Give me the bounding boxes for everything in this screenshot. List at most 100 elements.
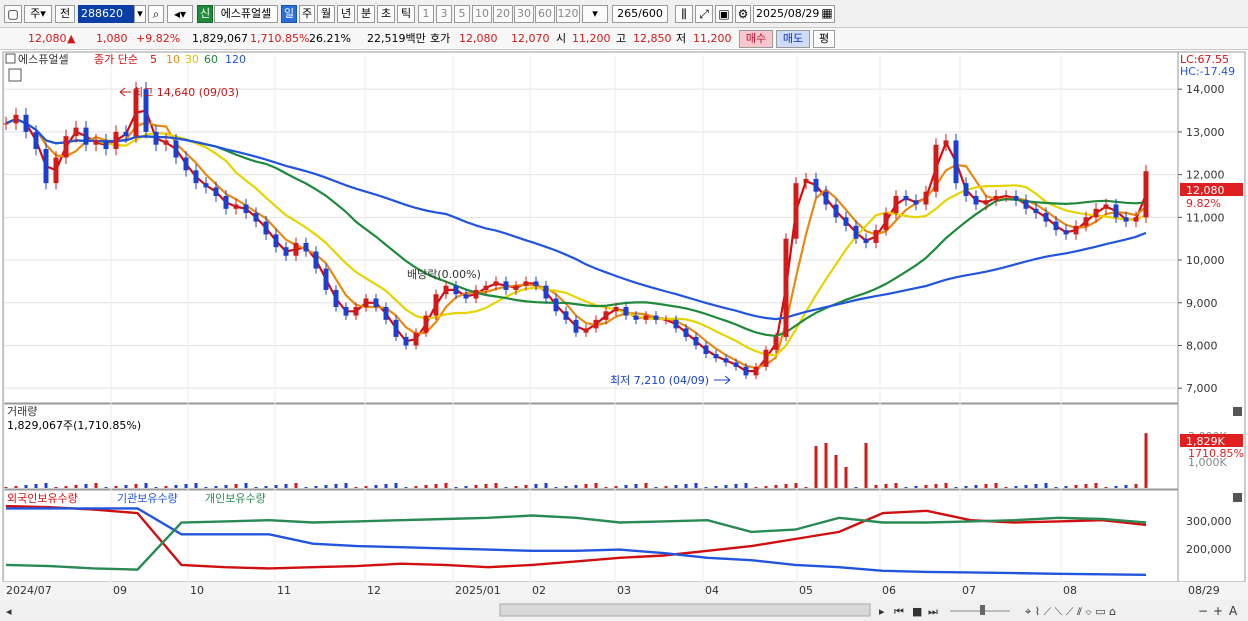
volume-bar: [264, 486, 268, 488]
search-icon[interactable]: ⌕: [148, 5, 164, 23]
sell-button[interactable]: 매도: [776, 30, 810, 48]
zoom-in-icon[interactable]: +: [1213, 604, 1223, 618]
period-select[interactable]: 주▾: [24, 5, 52, 23]
volume-bar: [854, 487, 858, 488]
candle-body: [1063, 230, 1069, 235]
interval-5[interactable]: 5: [454, 5, 470, 23]
candle-body: [653, 315, 659, 320]
candle-body: [153, 131, 159, 145]
volume-bar: [494, 483, 498, 488]
candle-body: [873, 230, 879, 243]
candle-body: [393, 319, 399, 337]
interval-20[interactable]: 20: [493, 5, 513, 23]
rewind-icon[interactable]: ⏮: [894, 605, 904, 618]
interval-10[interactable]: 10: [472, 5, 492, 23]
x-tick-label: 2025/01: [455, 584, 501, 597]
stop-icon[interactable]: ■: [912, 605, 922, 618]
volume-bar: [124, 485, 128, 488]
grid-toggle-icon[interactable]: [8, 68, 22, 82]
x-tick-label: 02: [532, 584, 546, 597]
bar-count[interactable]: 265/600: [612, 5, 668, 23]
interval-30[interactable]: 30: [514, 5, 534, 23]
calendar-icon[interactable]: ▦: [819, 5, 835, 23]
volume-bar: [904, 487, 908, 488]
stock-chart[interactable]: 7,000 8,000 9,000 10,000 11,000 12,000 13,000 1…: [0, 51, 1248, 621]
tab-tick[interactable]: 틱: [397, 5, 415, 23]
interval-1[interactable]: 1: [418, 5, 434, 23]
drawing-tools-icon[interactable]: ⌖ ⌇ ⟋ ⟍ ⟋ ⫽ ⌔ ▭ ⌂: [1025, 605, 1116, 618]
tab-month[interactable]: 월: [317, 5, 335, 23]
volume-close-icon[interactable]: [1233, 407, 1242, 416]
candle-body: [623, 307, 629, 316]
volume-bar: [454, 487, 458, 488]
tab-week[interactable]: 주: [299, 5, 315, 23]
candle-body: [443, 285, 449, 295]
chevron-down-icon: ▾: [592, 7, 598, 20]
candle-body: [453, 285, 459, 295]
candle-body: [13, 114, 19, 124]
candle-body: [423, 315, 429, 333]
candle-body: [683, 328, 689, 337]
save-icon[interactable]: ▣: [715, 5, 733, 23]
scroll-left-icon[interactable]: ◂: [6, 605, 12, 618]
volume-bar: [704, 487, 708, 488]
tab-day[interactable]: 일: [281, 5, 297, 23]
zoom-handle[interactable]: [980, 605, 985, 615]
candle-body: [693, 336, 699, 346]
gear-icon[interactable]: ⚙: [735, 5, 751, 23]
current-price-label: 12,080: [1186, 184, 1225, 197]
volume-bar: [54, 487, 58, 488]
candle-body: [243, 204, 249, 214]
prev-button[interactable]: 전: [55, 5, 75, 23]
candle-body: [803, 178, 809, 184]
tab-year[interactable]: 년: [337, 5, 355, 23]
font-size-icon[interactable]: A: [1229, 604, 1238, 618]
candle-body: [723, 358, 729, 363]
eval-button[interactable]: 평: [813, 30, 835, 48]
tab-second[interactable]: 초: [377, 5, 395, 23]
volume-bar: [554, 487, 558, 488]
candle-body: [33, 131, 39, 149]
candle-body: [183, 157, 189, 171]
volume-bar: [914, 486, 918, 488]
buy-button[interactable]: 매수: [739, 30, 773, 48]
speaker-icon[interactable]: ◂▾: [167, 5, 193, 23]
candle-body: [1133, 217, 1139, 222]
candle-body: [963, 183, 969, 196]
volume-bar: [464, 486, 468, 488]
volume-bar: [444, 483, 448, 488]
scroll-right-icon[interactable]: ▸: [879, 605, 885, 618]
tab-minute[interactable]: 분: [357, 5, 375, 23]
interval-120[interactable]: 120: [556, 5, 580, 23]
volume-bar: [964, 486, 968, 488]
volume-bar: [204, 487, 208, 488]
volume-bar: [434, 484, 438, 488]
candle-type-icon[interactable]: ⫼: [675, 5, 693, 23]
crosshair-icon[interactable]: ⤢: [695, 5, 713, 23]
holdings-close-icon[interactable]: [1233, 493, 1242, 502]
candle-body: [923, 191, 929, 205]
forward-icon[interactable]: ⏭: [928, 605, 938, 618]
volume-bar: [114, 486, 118, 488]
zoom-out-icon[interactable]: −: [1198, 604, 1208, 618]
legend-box-icon[interactable]: [5, 53, 16, 64]
candle-body: [553, 298, 559, 312]
candle-body: [783, 238, 789, 337]
scroll-thumb[interactable]: [499, 603, 871, 617]
volume-bar: [974, 485, 978, 488]
interval-3[interactable]: 3: [436, 5, 452, 23]
x-tick-label: 04: [705, 584, 719, 597]
candle-body: [1083, 217, 1089, 226]
candle-body: [343, 307, 349, 316]
window-icon[interactable]: ▢: [4, 5, 22, 23]
volume-bar: [1054, 487, 1058, 488]
interval-60[interactable]: 60: [535, 5, 555, 23]
candle-body: [943, 140, 949, 145]
stock-code-input[interactable]: 288620: [78, 5, 134, 23]
custom-interval-input[interactable]: ▾: [582, 5, 608, 23]
candle-body: [593, 319, 599, 329]
legend-ma-label: 종가 단순: [94, 53, 138, 66]
code-dropdown-icon[interactable]: ▾: [134, 5, 146, 23]
ask-price: 12,080: [459, 32, 498, 45]
high-price: 12,850: [633, 32, 672, 45]
